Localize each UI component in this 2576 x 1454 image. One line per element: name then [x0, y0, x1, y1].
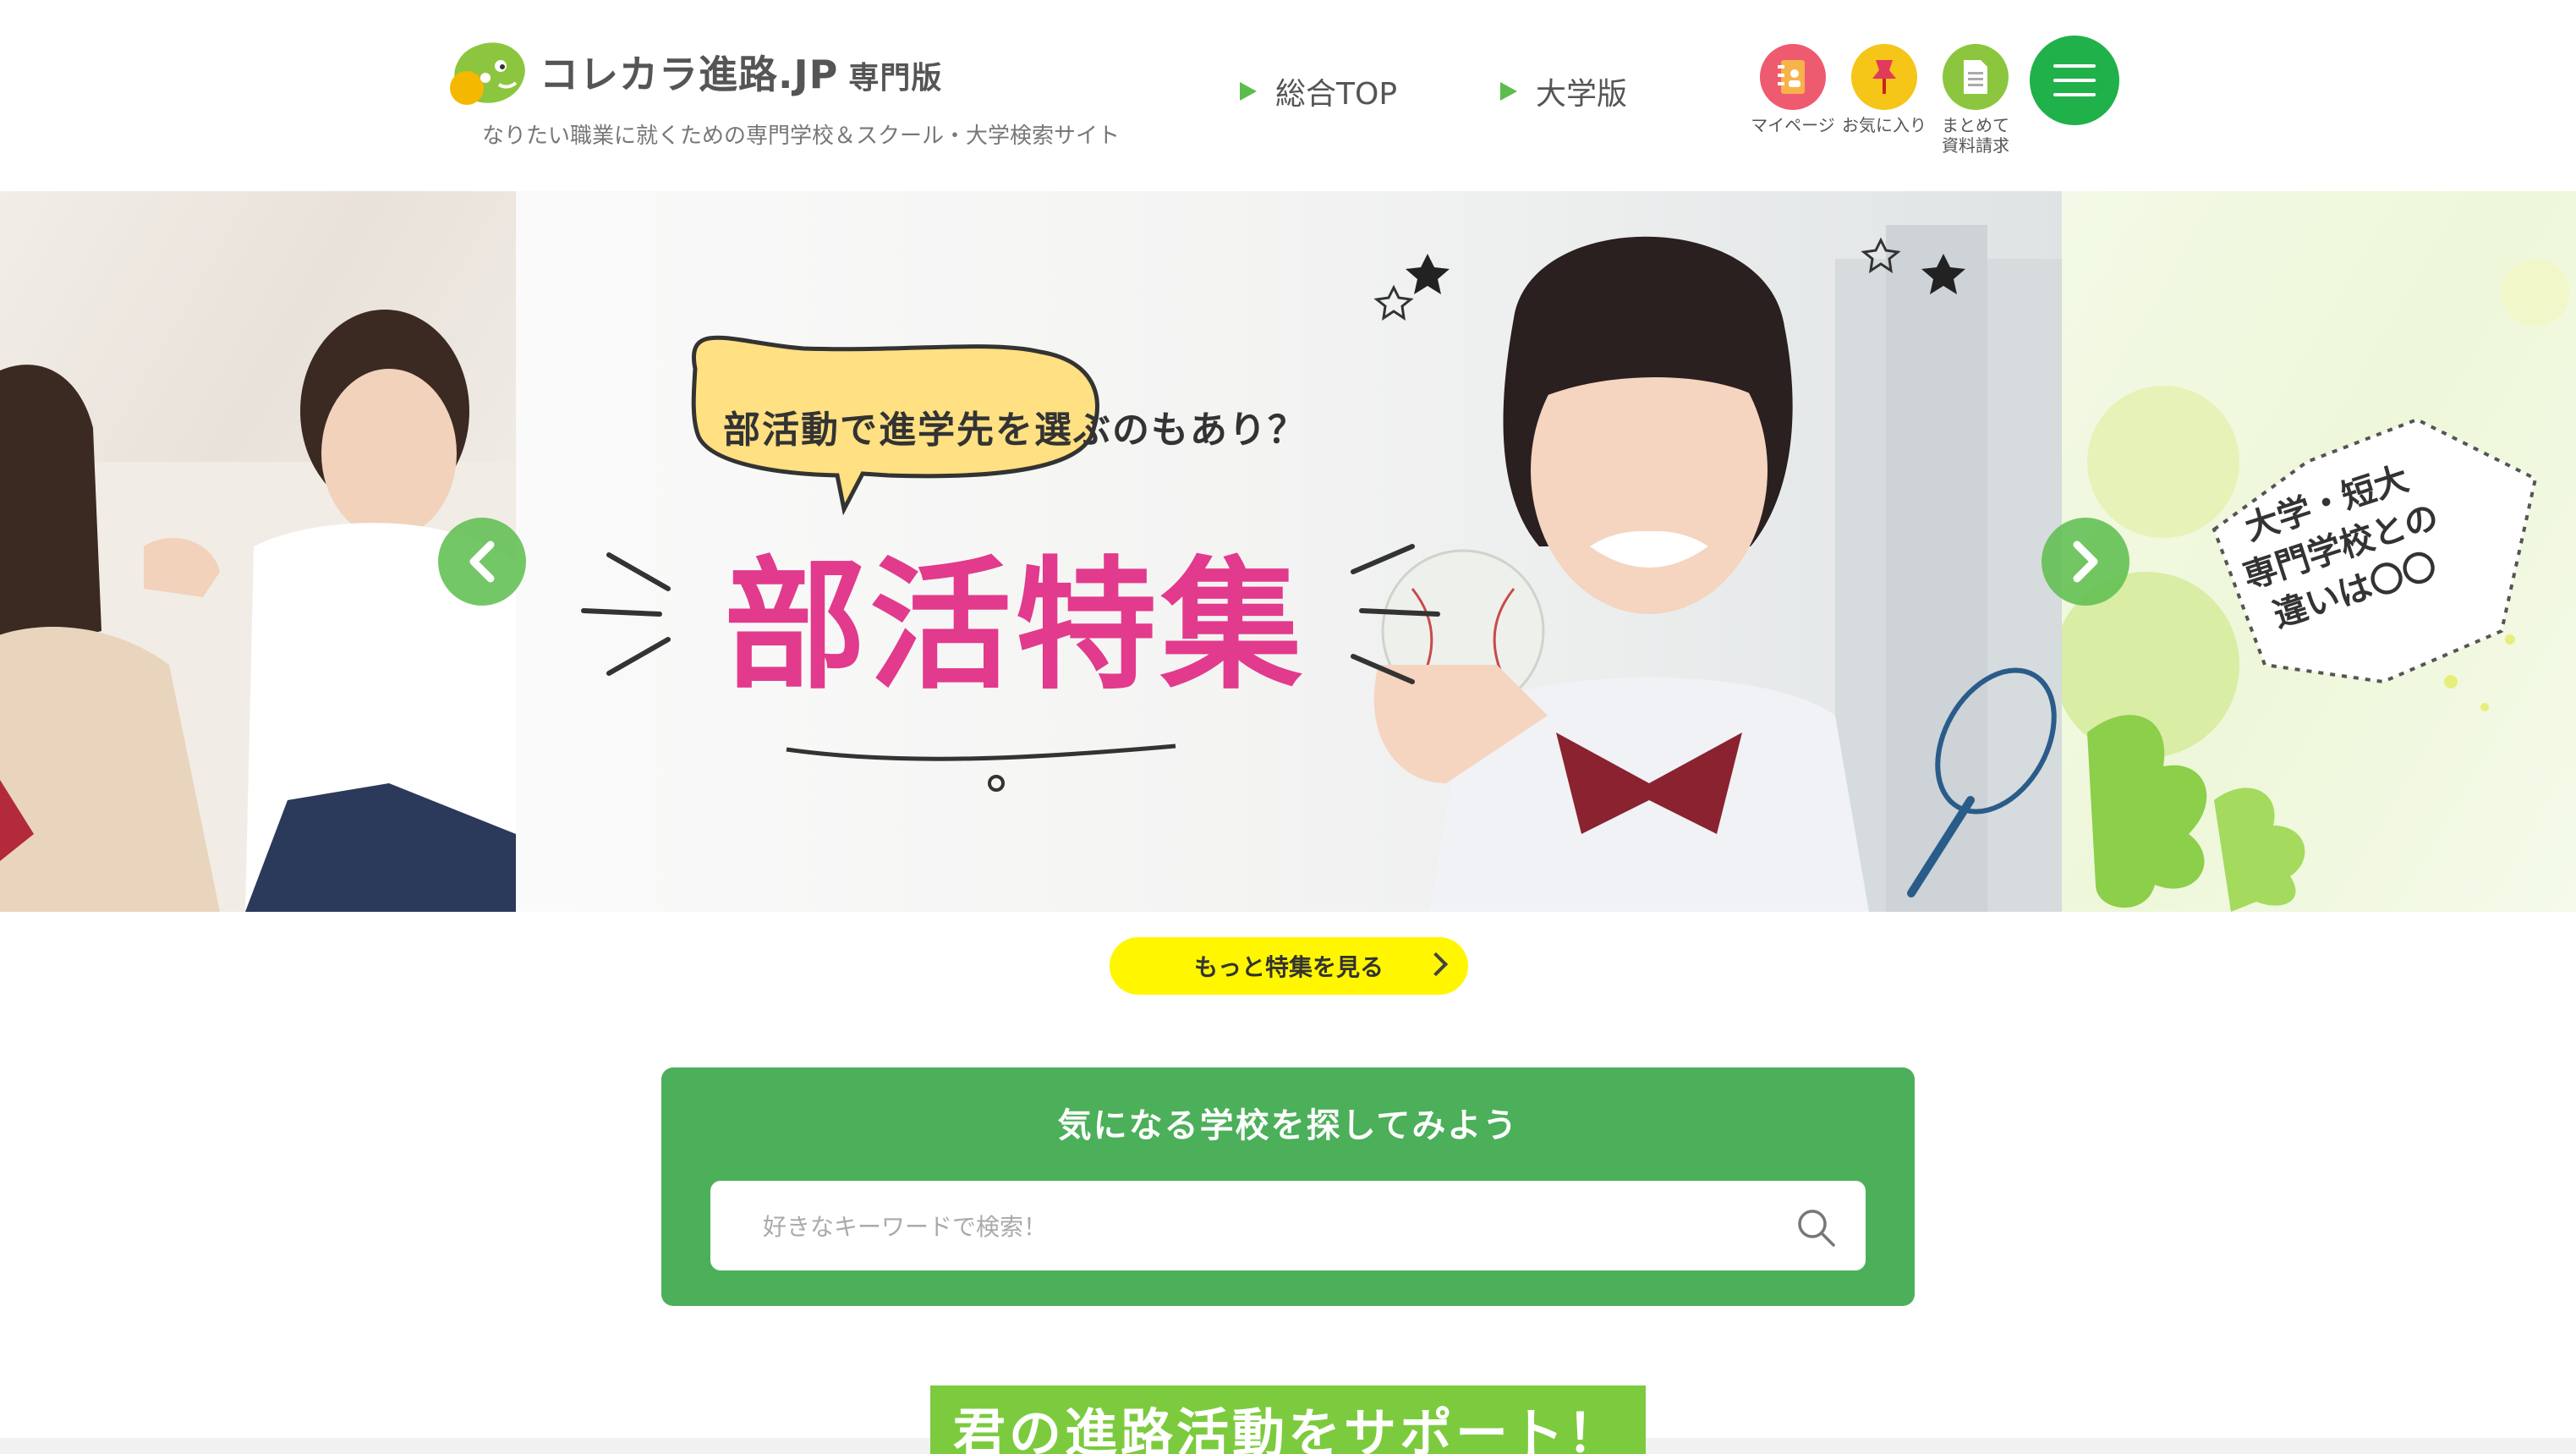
triangle-right-icon	[1500, 82, 1517, 101]
chevron-right-icon	[2073, 540, 2098, 583]
more-features-label: もっと特集を見る	[1193, 953, 1384, 981]
site-logo[interactable]: コレカラ進路.JP 専門版	[540, 44, 942, 100]
search-box	[710, 1181, 1866, 1272]
logo-icon[interactable]	[448, 39, 529, 108]
logo-sub-text: 専門版	[848, 61, 943, 96]
search-title: 気になる学校を探してみよう	[1057, 1106, 1519, 1145]
slider-prev-button[interactable]	[438, 518, 526, 606]
document-icon	[1943, 44, 2009, 110]
search-icon[interactable]	[1795, 1206, 1837, 1248]
search-input[interactable]	[761, 1181, 1746, 1272]
support-heading: 君の進路活動をサポート！	[952, 1402, 1623, 1454]
slide-feature-title: 部活特集	[724, 543, 1306, 709]
mypage-label: マイページ	[1751, 115, 1835, 135]
slide-next[interactable]: 大学・短大 専門学校との 違いは〇〇	[2062, 191, 2576, 912]
slide-bubble-text: 部活動で進学先を選ぶのもあり？	[723, 409, 1307, 452]
chevron-right-icon	[1423, 952, 1449, 977]
request-docs-label: まとめて 資料請求	[1942, 115, 2009, 156]
site-tagline: なりたい職業に就くための専門学校＆スクール・大学検索サイト	[482, 123, 1121, 149]
favorites-label: お気に入り	[1842, 115, 1927, 135]
slider-next-button[interactable]	[2042, 518, 2129, 606]
slide-current[interactable]: 部活動で進学先を選ぶのもあり？ 部活特集	[516, 191, 2062, 912]
nav-link-label: 大学版	[1536, 77, 1628, 112]
hamburger-icon	[2053, 64, 2096, 68]
support-heading-banner: 君の進路活動をサポート！	[930, 1385, 1646, 1454]
hamburger-icon-line	[2053, 79, 2096, 82]
notebook-icon	[1760, 44, 1826, 110]
favorites-button[interactable]: お気に入り	[1833, 44, 1935, 135]
request-docs-button[interactable]: まとめて 資料請求	[1925, 44, 2026, 156]
mypage-button[interactable]: マイページ	[1742, 44, 1844, 135]
nav-link-top[interactable]: 総合TOP	[1240, 69, 1397, 113]
nav-link-label: 総合TOP	[1275, 77, 1398, 112]
chevron-left-icon	[469, 540, 495, 583]
triangle-right-icon	[1240, 82, 1257, 101]
pin-icon	[1851, 44, 1917, 110]
nav-link-university[interactable]: 大学版	[1500, 69, 1627, 113]
logo-main-text: コレカラ進路.JP	[540, 52, 839, 97]
more-features-button[interactable]: もっと特集を見る	[1110, 937, 1468, 995]
hamburger-icon-line	[2053, 93, 2096, 96]
school-search-panel: 気になる学校を探してみよう	[661, 1067, 1915, 1306]
hamburger-menu-button[interactable]	[2030, 36, 2119, 125]
